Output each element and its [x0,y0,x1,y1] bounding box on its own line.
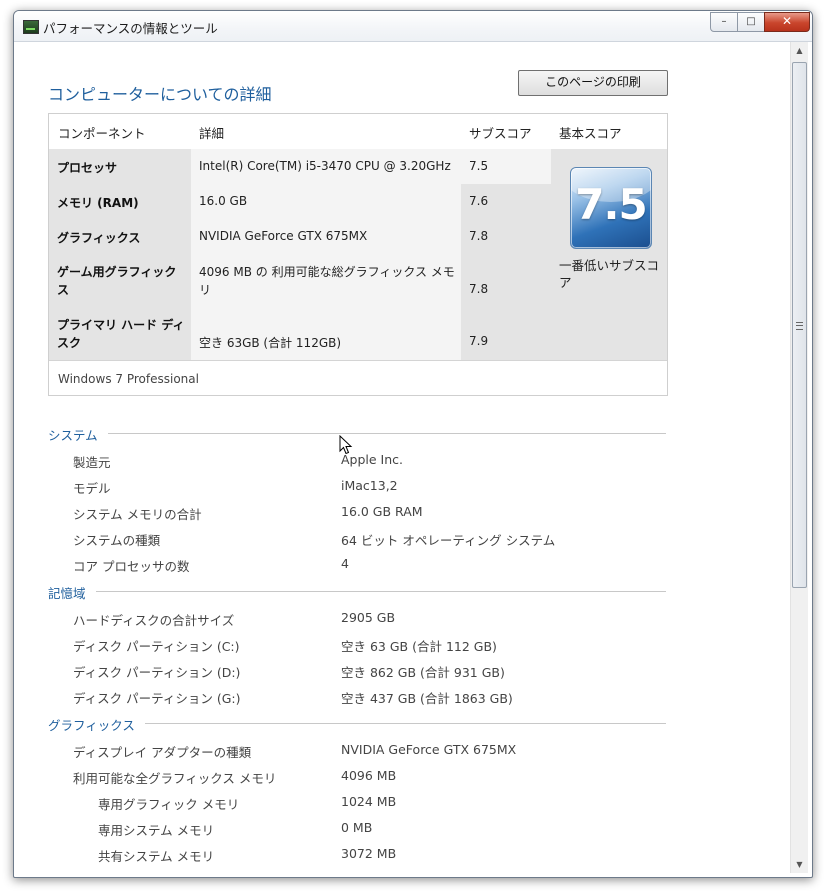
os-edition-text: Windows 7 Professional [58,372,199,386]
system-item: システム メモリの合計 16.0 GB RAM [73,504,423,522]
page-title: コンピューターについての詳細 [48,85,272,104]
score-row-processor: プロセッサ Intel(R) Core(TM) i5-3470 CPU @ 3.… [49,149,551,184]
system-item: システムの種類 64 ビット オペレーティング システム [73,533,556,548]
print-page-button[interactable]: このページの印刷 [518,70,668,96]
section-title: 記憶域 [48,583,96,602]
component-subscore: 7.5 [469,159,489,173]
graphics-item: ディスプレイ アダプターの種類 NVIDIA GeForce GTX 675MX [73,742,517,760]
storage-item: ディスク パーティション (G:) 空き 437 GB (合計 1863 GB) [73,691,513,706]
header-detail: 詳細 [199,126,225,141]
section-title: システム [48,425,108,444]
performance-app-icon [23,20,39,34]
window-controls: – □ ✕ [710,12,810,32]
component-name: グラフィックス [57,231,141,245]
graphics-item: 専用グラフィック メモリ 1024 MB [98,794,397,812]
component-detail: Intel(R) Core(TM) i5-3470 CPU @ 3.20GHz [199,159,451,173]
component-name: プライマリ ハード ディスク [57,318,185,350]
performance-window: パフォーマンスの情報とツール – □ ✕ コンピューターについての詳細 このペー… [13,10,813,878]
base-score-value: 7.5 [575,180,647,229]
component-name: プロセッサ [57,161,118,175]
component-subscore: 7.8 [469,282,489,296]
component-detail: 16.0 GB [199,194,248,208]
score-row-primary-disk: プライマリ ハード ディスク 空き 63GB (合計 112GB) 7.9 [49,307,551,360]
minimize-button[interactable]: – [710,12,738,32]
score-row-gaming-graphics: ゲーム用グラフィックス 4096 MB の 利用可能な総グラフィックス メモリ … [49,254,551,307]
component-detail: 空き 63GB (合計 112GB) [199,336,342,350]
section-title: グラフィックス [48,715,145,734]
component-subscore: 7.6 [469,194,489,208]
component-name: メモリ (RAM) [57,196,139,210]
component-detail: NVIDIA GeForce GTX 675MX [199,229,368,243]
os-edition: Windows 7 Professional [49,360,667,396]
score-row-memory: メモリ (RAM) 16.0 GB 7.6 [49,184,551,219]
header-basescore: 基本スコア [559,126,622,141]
base-score-column: 7.5 一番低いサブスコア [551,149,667,360]
vertical-scrollbar[interactable]: ▲ ▼ [790,42,808,873]
storage-item: ディスク パーティション (D:) 空き 862 GB (合計 931 GB) [73,665,505,680]
header-subscore: サブスコア [469,126,532,141]
system-item: モデル iMac13,2 [73,478,398,496]
section-storage: 記憶域 [48,583,666,602]
close-button[interactable]: ✕ [764,12,810,32]
maximize-button[interactable]: □ [737,12,765,32]
system-item: 製造元 Apple Inc. [73,452,404,470]
title-bar[interactable]: パフォーマンスの情報とツール – □ ✕ [14,11,812,42]
window-title: パフォーマンスの情報とツール [43,21,218,36]
scroll-down-icon[interactable]: ▼ [791,856,808,873]
component-detail: 4096 MB の 利用可能な総グラフィックス メモリ [199,265,455,297]
mouse-cursor-icon [339,435,353,455]
graphics-item: 利用可能な全グラフィックス メモリ 4096 MB [73,768,397,786]
section-system: システム [48,425,666,444]
component-subscore: 7.8 [469,229,489,243]
section-graphics: グラフィックス [48,715,666,734]
base-score-badge: 7.5 [570,167,652,249]
header-component: コンポーネント [58,126,146,141]
score-table: コンポーネント 詳細 サブスコア 基本スコア プロセッサ Intel(R) Co… [48,113,668,396]
graphics-item: 共有システム メモリ 3072 MB [98,846,397,864]
storage-item: ハードディスクの合計サイズ 2905 GB [73,610,396,628]
scroll-up-icon[interactable]: ▲ [791,42,808,59]
storage-item: ディスク パーティション (C:) 空き 63 GB (合計 112 GB) [73,639,497,654]
base-score-label: 一番低いサブスコア [559,258,660,290]
score-row-graphics: グラフィックス NVIDIA GeForce GTX 675MX 7.8 [49,219,551,254]
component-subscore: 7.9 [469,334,489,348]
graphics-item: 専用システム メモリ 0 MB [98,820,373,838]
score-table-header: コンポーネント 詳細 サブスコア 基本スコア [49,114,667,149]
component-name: ゲーム用グラフィックス [57,265,177,297]
system-item: コア プロセッサの数 4 [73,556,349,574]
scrollbar-thumb[interactable] [792,62,807,588]
details-content: コンピューターについての詳細 このページの印刷 コンポーネント 詳細 サブスコア… [19,42,787,873]
